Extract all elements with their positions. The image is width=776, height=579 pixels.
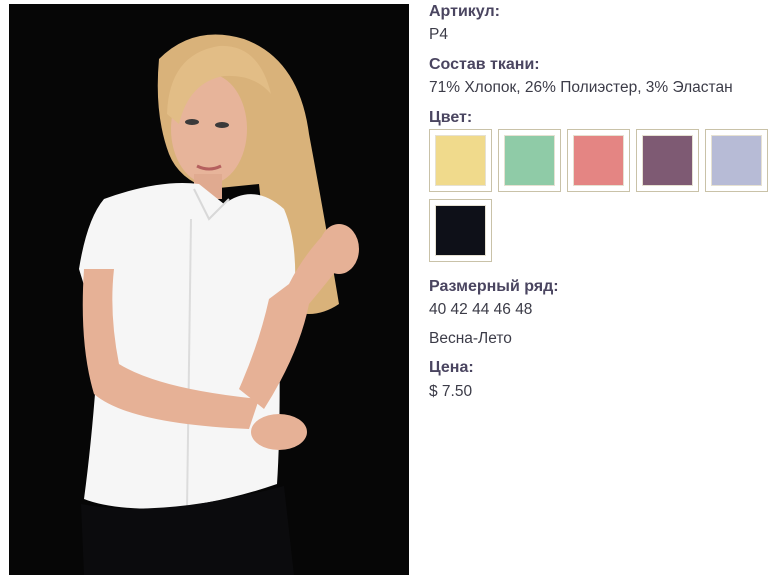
product-photo: [9, 4, 409, 575]
color-swatch-plum[interactable]: [636, 129, 699, 192]
article-label: Артикул:: [429, 3, 500, 20]
color-swatch-yellow[interactable]: [429, 129, 492, 192]
color-swatch-mint[interactable]: [498, 129, 561, 192]
color-swatch-pink[interactable]: [567, 129, 630, 192]
season-value: Весна-Лето: [429, 330, 512, 347]
color-swatch-fill: [642, 135, 693, 186]
price-value: $ 7.50: [429, 383, 473, 400]
sizes-label: Размерный ряд:: [429, 278, 559, 295]
fabric-value: 71% Хлопок, 26% Полиэстер, 3% Эластан: [429, 79, 733, 96]
fabric-label: Состав ткани:: [429, 56, 540, 73]
article-value: P4: [429, 26, 448, 43]
sizes-value: 40 42 44 46 48: [429, 301, 533, 318]
color-swatch-fill: [435, 205, 486, 256]
model-photo-illustration: [9, 4, 409, 575]
color-label: Цвет:: [429, 109, 473, 126]
color-swatch-fill: [435, 135, 486, 186]
color-swatch-fill: [504, 135, 555, 186]
color-swatch-fill: [711, 135, 762, 186]
color-swatch-black[interactable]: [429, 199, 492, 262]
color-swatch-lavender[interactable]: [705, 129, 768, 192]
price-label: Цена:: [429, 359, 474, 376]
color-swatch-fill: [573, 135, 624, 186]
